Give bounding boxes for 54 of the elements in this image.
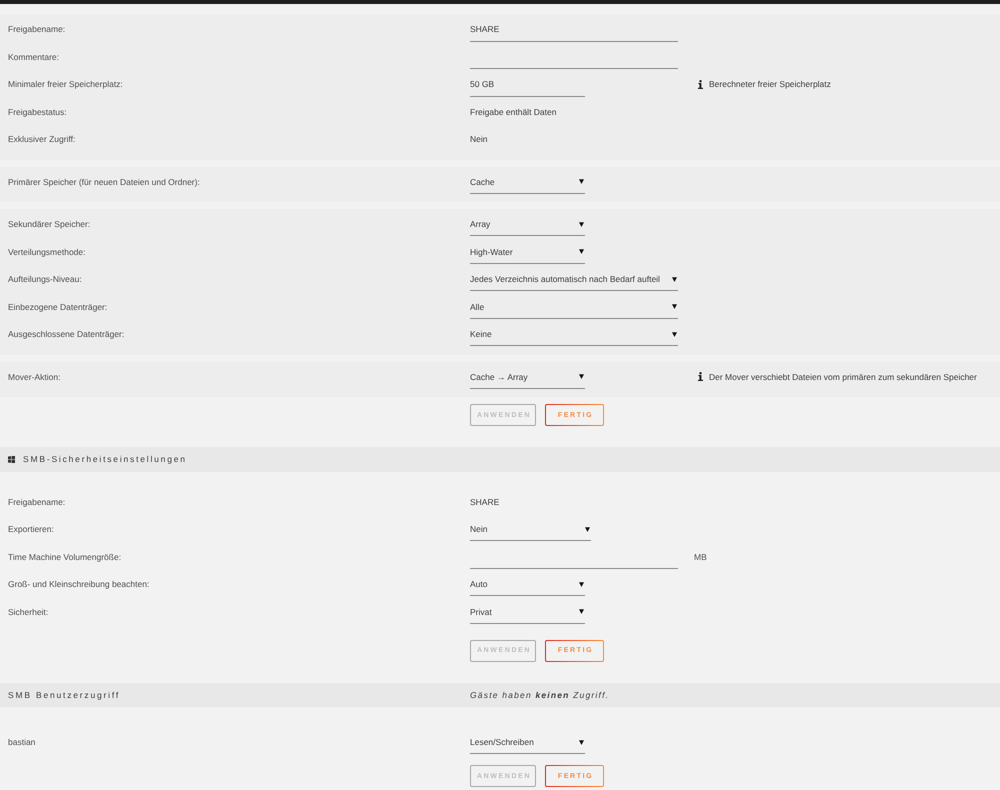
hint-text: Der Mover verschiebt Dateien vom primären zum sekundären Speicher — [709, 372, 977, 382]
field-label: Freigabestatus: — [8, 106, 67, 118]
field-value: Freigabe enthält Daten — [470, 106, 556, 118]
dropdown[interactable]: Array — [470, 217, 585, 236]
dropdown[interactable]: Privat — [470, 604, 585, 624]
field-label: Exklusiver Zugriff: — [8, 133, 76, 146]
field-label: Groß- und Kleinschreibung beachten: — [8, 578, 150, 591]
guest-access-note: Gäste haben keinen Zugriff. — [470, 690, 610, 700]
field-label: Primärer Speicher (für neuen Dateien und Ordner): — [8, 176, 200, 188]
dropdown[interactable]: High-Water — [470, 244, 585, 264]
dropdown[interactable]: Keine — [470, 327, 678, 346]
caret-icon — [579, 582, 584, 586]
text-field[interactable]: 50 GB — [470, 77, 585, 96]
caret-icon — [585, 526, 590, 532]
caret-icon — [579, 179, 584, 184]
field-label: Sekundärer Speicher: — [8, 218, 90, 231]
caret-icon — [579, 374, 584, 379]
section-title: SMB Benutzerzugriff — [8, 690, 120, 700]
text-field[interactable]: SHARE — [470, 22, 678, 42]
caret-icon — [579, 740, 584, 744]
caret-icon — [579, 249, 584, 254]
info-icon — [698, 80, 703, 88]
field-label: Minimaler freier Speicherplatz: — [8, 78, 123, 91]
field-label: Aufteilungs-Niveau: — [8, 273, 82, 286]
caret-icon — [672, 332, 677, 336]
hint-text: Berechneter freier Speicherplatz — [709, 79, 831, 89]
dropdown[interactable]: Lesen/Schreiben — [470, 735, 585, 754]
field-label: Time Machine Volumengröße: — [8, 550, 122, 564]
dropdown[interactable]: Auto — [470, 577, 585, 596]
unit-label: MB — [694, 550, 707, 564]
info-icon — [698, 372, 703, 381]
field-label: Freigabename: — [8, 23, 66, 36]
dropdown[interactable]: Cache → Array — [470, 370, 585, 388]
field-value: SHARE — [470, 496, 500, 508]
caret-icon — [672, 304, 677, 309]
field-label: bastian — [8, 736, 36, 749]
field-label: Ausgeschlossene Datenträger: — [8, 328, 124, 341]
caret-icon — [579, 609, 584, 614]
caret-icon — [579, 222, 584, 226]
field-label: Verteilungsmethode: — [8, 246, 86, 258]
field-label: Kommentare: — [8, 50, 60, 64]
section-title: SMB-Sicherheitseinstellungen — [23, 454, 187, 464]
four-squares-icon — [8, 456, 15, 463]
field-label: Mover-Aktion: — [8, 370, 60, 384]
field-label: Sicherheit: — [8, 606, 48, 618]
dropdown[interactable]: Jedes Verzeichnis automatisch nach Bedarf aufteil — [470, 272, 678, 291]
dropdown[interactable]: Nein — [470, 522, 591, 541]
dropdown[interactable]: Cache — [470, 174, 585, 194]
caret-icon — [672, 276, 677, 282]
dropdown[interactable]: Alle — [470, 300, 678, 318]
field-value: Nein — [470, 133, 488, 146]
field-label: Einbezogene Datenträger: — [8, 300, 108, 314]
field-label: Freigabename: — [8, 496, 66, 508]
field-label: Exportieren: — [8, 523, 54, 536]
